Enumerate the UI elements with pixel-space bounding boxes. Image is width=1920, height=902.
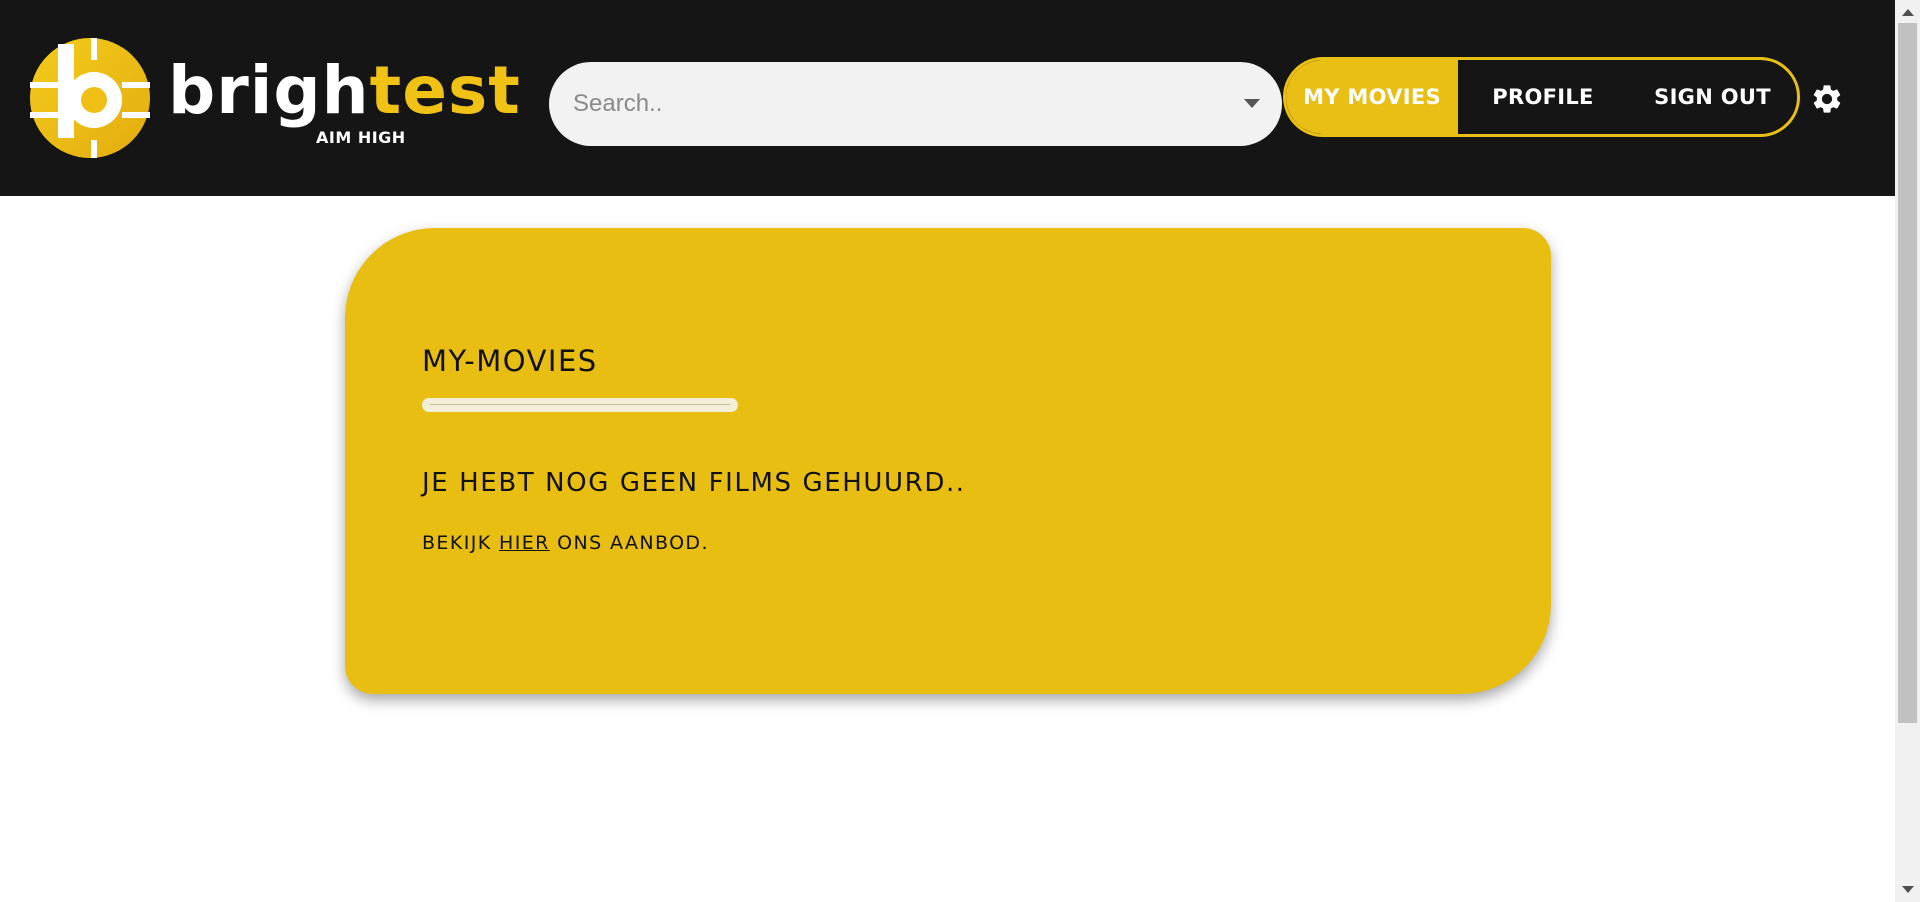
nav-sign-out[interactable]: SIGN OUT [1628,60,1797,134]
nav-my-movies[interactable]: MY MOVIES [1286,60,1458,134]
search-input[interactable] [571,62,1211,146]
gear-icon[interactable] [1810,82,1844,116]
scroll-up-arrow-icon[interactable] [1902,9,1914,16]
browse-here-link[interactable]: HIER [499,532,550,554]
logo-word-white: brigh [168,52,370,129]
empty-state-message: JE HEBT NOG GEEN FILMS GEHUURD.. [422,468,966,498]
logo-mark-icon [30,38,150,158]
logo-wordmark: brightest [168,58,521,124]
logo-tagline: AIM HIGH [316,128,406,147]
browse-text-before: BEKIJK [422,532,500,554]
scroll-down-arrow-icon[interactable] [1902,886,1914,893]
search-bar [549,62,1282,146]
logo-word-yellow: test [369,52,521,129]
page-scrollbar[interactable] [1895,0,1920,902]
my-movies-card: MY-MOVIES JE HEBT NOG GEEN FILMS GEHUURD… [345,228,1551,694]
search-dropdown-caret-icon[interactable] [1244,99,1260,108]
browse-text-after: ONS AANBOD. [549,532,709,554]
nav-profile[interactable]: PROFILE [1458,60,1628,134]
scrollbar-thumb[interactable] [1898,23,1917,723]
main-nav: MY MOVIES PROFILE SIGN OUT [1283,57,1800,137]
top-header: brightest AIM HIGH MY MOVIES PROFILE SIG… [0,0,1895,196]
page-title: MY-MOVIES [422,344,598,378]
browse-offer-text: BEKIJK HIER ONS AANBOD. [422,532,709,554]
title-divider [422,398,738,412]
brand-logo[interactable]: brightest AIM HIGH [30,36,520,160]
